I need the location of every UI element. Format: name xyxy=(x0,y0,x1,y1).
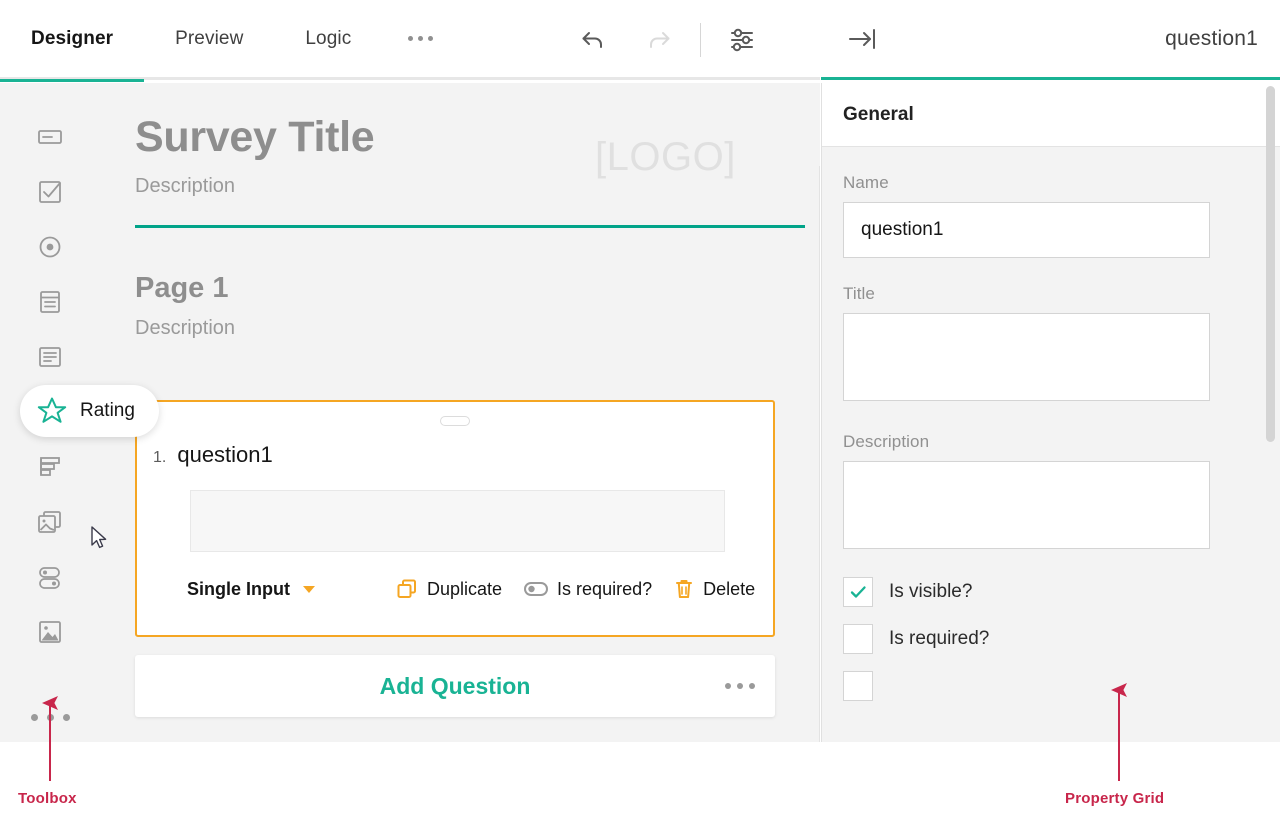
tab-preview[interactable]: Preview xyxy=(144,0,274,79)
settings-sliders-icon xyxy=(725,23,759,57)
toolbox-item-dropdown[interactable] xyxy=(22,274,78,329)
duplicate-icon xyxy=(396,578,418,600)
property-grid-header: question1 xyxy=(821,0,1280,80)
property-grid-content: Name Title Description Is visible? Is re xyxy=(822,147,1280,701)
toolbox-annotation-label: Toolbox xyxy=(18,790,77,807)
toolbox-item-image-picker[interactable] xyxy=(22,494,78,549)
rating-star-icon xyxy=(36,395,68,427)
tab-more-button[interactable] xyxy=(382,0,459,79)
property-grid-title: question1 xyxy=(1165,27,1258,51)
toolbox-item-ranking[interactable] xyxy=(22,439,78,494)
delete-label: Delete xyxy=(703,579,755,600)
property-grid-panel: General Name Title Description Is visibl… xyxy=(821,83,1280,742)
duplicate-label: Duplicate xyxy=(427,579,502,600)
chevron-down-icon xyxy=(303,586,315,593)
image-picker-icon xyxy=(35,507,65,537)
description-field-label: Description xyxy=(843,432,1259,452)
toolbox-rating-tooltip[interactable]: Rating xyxy=(20,385,159,437)
question-title[interactable]: question1 xyxy=(177,442,272,468)
question-action-bar: Single Input Duplicate xyxy=(137,552,773,600)
tab-preview-label: Preview xyxy=(175,28,243,50)
toolbox-item-image[interactable] xyxy=(22,604,78,659)
add-question-more-icon[interactable] xyxy=(725,683,755,689)
designer-tabs: Designer Preview Logic xyxy=(0,0,459,79)
ranking-icon xyxy=(35,452,65,482)
title-textarea[interactable] xyxy=(843,313,1210,401)
is-visible-row[interactable]: Is visible? xyxy=(843,577,1259,607)
question-number: 1. xyxy=(153,449,166,467)
page-description[interactable]: Description xyxy=(135,317,800,340)
mouse-cursor xyxy=(90,526,108,557)
cursor-arrow-icon xyxy=(90,526,108,552)
toolbox-item-checkbox[interactable] xyxy=(22,164,78,219)
logo-placeholder[interactable]: [LOGO] xyxy=(595,135,736,180)
question-title-row: 1. question1 xyxy=(137,402,773,468)
redo-button[interactable] xyxy=(626,0,692,80)
toolbox-item-single-input[interactable] xyxy=(22,109,78,164)
checkbox-icon xyxy=(35,177,65,207)
top-tab-bar: Designer Preview Logic xyxy=(0,0,820,80)
question-answer-input[interactable] xyxy=(190,490,725,552)
is-required-checkbox[interactable] xyxy=(843,624,873,654)
delete-question-button[interactable]: Delete xyxy=(674,578,755,600)
toolbar-divider xyxy=(700,23,701,57)
tab-designer[interactable]: Designer xyxy=(0,0,144,79)
single-input-icon xyxy=(35,122,65,152)
question-drag-handle[interactable] xyxy=(440,416,470,426)
ellipsis-icon xyxy=(408,36,433,41)
toolbox-item-boolean[interactable] xyxy=(22,549,78,604)
page-header: Page 1 Description xyxy=(100,228,820,340)
is-required-label: Is required? xyxy=(889,628,989,650)
collapse-panel-button[interactable] xyxy=(843,19,883,59)
tab-designer-label: Designer xyxy=(31,28,113,50)
toolbox-item-radiogroup[interactable] xyxy=(22,219,78,274)
topbar-actions xyxy=(560,0,775,80)
dropdown-icon xyxy=(35,287,65,317)
designer-surface: Rating Survey Title Description [LOGO] P… xyxy=(0,83,820,742)
is-required-row[interactable]: Is required? xyxy=(843,624,1259,654)
image-icon xyxy=(35,617,65,647)
property-grid-tabbar: General xyxy=(822,83,1280,147)
undo-button[interactable] xyxy=(560,0,626,80)
property-grid-annotation-label: Property Grid xyxy=(1065,790,1164,807)
name-field-label: Name xyxy=(843,173,1259,193)
add-question-button[interactable]: Add Question xyxy=(135,655,775,717)
check-icon xyxy=(848,582,868,602)
toggle-off-icon xyxy=(524,581,548,597)
rating-tooltip-label: Rating xyxy=(80,400,135,422)
next-property-row-partial[interactable] xyxy=(843,671,1259,701)
radiogroup-icon xyxy=(35,232,65,262)
question-type-label: Single Input xyxy=(187,579,290,600)
page-title[interactable]: Page 1 xyxy=(135,272,800,305)
question-card[interactable]: 1. question1 Single Input xyxy=(135,400,775,637)
next-property-checkbox[interactable] xyxy=(843,671,873,701)
redo-icon xyxy=(643,24,675,56)
tab-general[interactable]: General xyxy=(843,104,914,126)
collapse-panel-icon xyxy=(846,26,880,52)
tab-logic-label: Logic xyxy=(305,28,351,50)
duplicate-question-button[interactable]: Duplicate xyxy=(396,578,502,600)
survey-creator-app: Designer Preview Logic xyxy=(0,0,1280,814)
is-visible-label: Is visible? xyxy=(889,581,972,603)
trash-icon xyxy=(674,578,694,600)
is-required-toggle-button[interactable]: Is required? xyxy=(524,579,652,600)
property-grid-scrollbar[interactable] xyxy=(1266,86,1275,442)
question-type-dropdown[interactable]: Single Input xyxy=(187,579,315,600)
tab-general-label: General xyxy=(843,104,914,125)
undo-icon xyxy=(577,24,609,56)
add-question-label: Add Question xyxy=(380,673,531,700)
comment-icon xyxy=(35,342,65,372)
toolbox-more-button[interactable] xyxy=(31,714,70,721)
is-required-toggle-label: Is required? xyxy=(557,579,652,600)
name-input[interactable] xyxy=(843,202,1210,258)
survey-canvas: Survey Title Description [LOGO] Page 1 D… xyxy=(100,83,820,742)
title-field-label: Title xyxy=(843,284,1259,304)
tab-logic[interactable]: Logic xyxy=(274,0,382,79)
toolbox-item-comment[interactable] xyxy=(22,329,78,384)
boolean-toggle-icon xyxy=(35,562,65,592)
is-visible-checkbox[interactable] xyxy=(843,577,873,607)
settings-button[interactable] xyxy=(709,0,775,80)
description-textarea[interactable] xyxy=(843,461,1210,549)
